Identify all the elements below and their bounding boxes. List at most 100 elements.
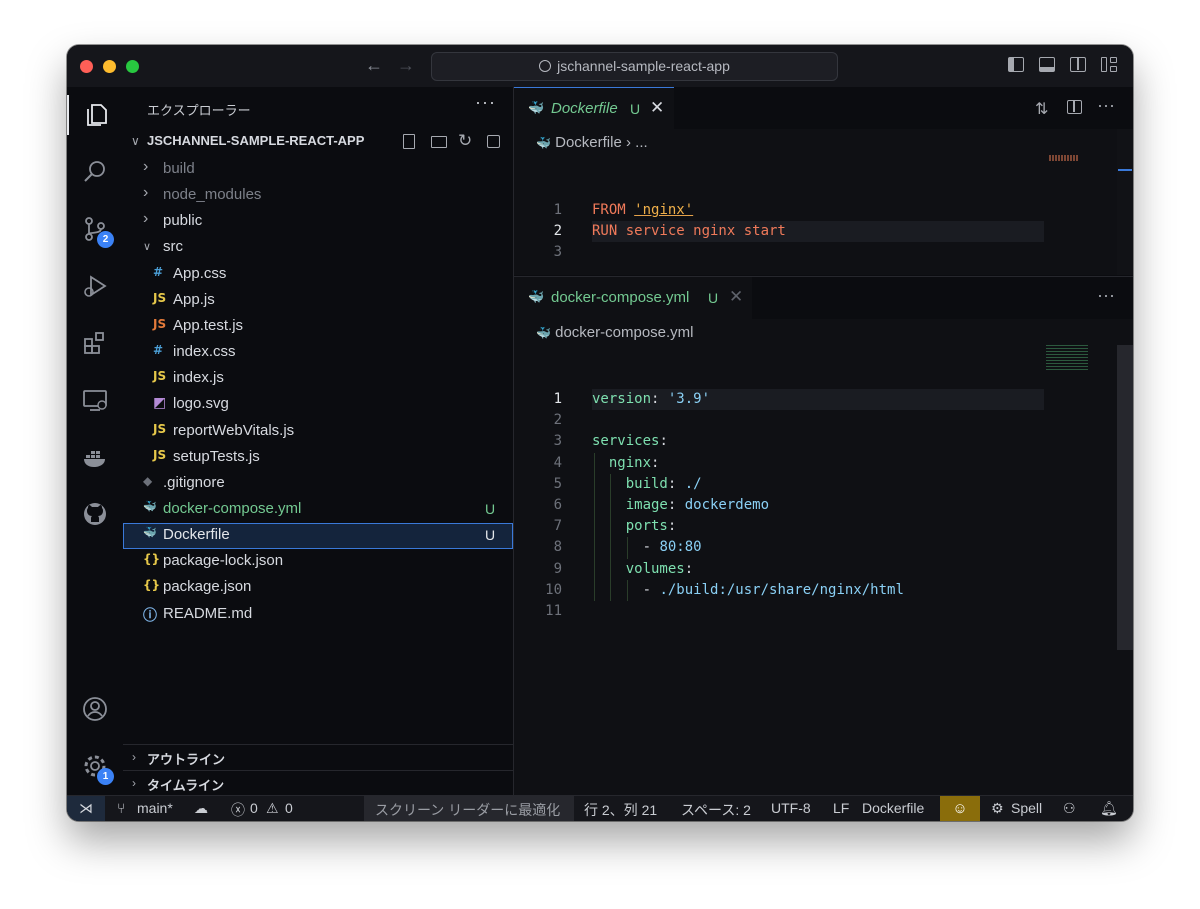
file-item[interactable]: {} package.json xyxy=(123,575,513,601)
chevron-right-icon: › xyxy=(132,776,136,790)
new-file-icon[interactable] xyxy=(403,134,415,149)
refresh-icon[interactable]: ↻ xyxy=(458,131,472,151)
compare-changes-icon[interactable]: ⇅ xyxy=(1035,99,1048,119)
breadcrumb-separator: › xyxy=(625,134,636,151)
breadcrumb[interactable]: 🐳 Dockerfile › ... xyxy=(536,134,648,151)
split-editor-icon[interactable] xyxy=(1067,100,1082,114)
line-number: 5 xyxy=(553,475,562,492)
scrollbar[interactable] xyxy=(1117,129,1133,275)
warning-icon: ⚠ xyxy=(266,800,279,816)
code-token: nginx xyxy=(592,454,652,471)
code-token: RUN service nginx start xyxy=(592,223,786,240)
source-control-icon[interactable]: 2 xyxy=(67,209,123,249)
close-tab-icon[interactable]: ✕ xyxy=(650,98,664,118)
explorer-icon[interactable] xyxy=(67,95,125,135)
github-icon[interactable] xyxy=(67,494,123,534)
info-file-icon: ⓘ xyxy=(143,607,157,624)
tree-item-label: setupTests.js xyxy=(173,447,260,465)
file-item[interactable]: 🐳 Dockerfile U xyxy=(123,523,513,550)
line-number: 2 xyxy=(553,412,562,429)
forward-arrow-icon[interactable]: → xyxy=(397,55,415,76)
tab-dockerfile[interactable]: 🐳 Dockerfile U ✕ xyxy=(514,87,674,130)
line-number: 11 xyxy=(545,603,562,619)
code-line: 5 build: ./ xyxy=(514,474,1054,495)
file-item[interactable]: ⓘ README.md xyxy=(123,602,513,628)
outline-section[interactable]: › アウトライン xyxy=(123,744,513,770)
code-text: - 80:80 xyxy=(592,537,702,558)
breadcrumb[interactable]: 🐳 docker-compose.yml xyxy=(536,324,694,341)
screen-reader-label: スクリーン リーダーに最適化 xyxy=(375,802,561,818)
file-item[interactable]: JS App.js xyxy=(123,288,513,314)
remote-indicator[interactable]: ⋊ xyxy=(67,796,105,821)
code-line: 3 services: xyxy=(514,431,1054,452)
file-item[interactable]: JS reportWebVitals.js xyxy=(123,419,513,445)
line-number: 1 xyxy=(553,202,562,218)
file-item[interactable]: JS App.test.js xyxy=(123,314,513,340)
more-actions-icon[interactable]: ··· xyxy=(475,92,496,113)
indentation[interactable]: スペース: 2 xyxy=(681,800,751,820)
minimap xyxy=(1046,345,1088,371)
manage-gear-icon[interactable]: 1 xyxy=(67,746,123,786)
copilot-icon[interactable]: ☺ xyxy=(940,796,980,821)
folder-item[interactable]: › build xyxy=(123,157,513,183)
docker-icon[interactable] xyxy=(67,437,123,477)
folder-item[interactable]: › node_modules xyxy=(123,183,513,209)
new-folder-icon[interactable] xyxy=(431,136,447,148)
remote-explorer-icon[interactable] xyxy=(67,380,123,420)
tree-item-label: public xyxy=(163,212,203,230)
warning-count[interactable]: 0 xyxy=(285,800,293,816)
code-text: build: ./ xyxy=(592,474,702,495)
tab-docker-compose[interactable]: 🐳 docker-compose.yml U ✕ xyxy=(514,277,752,319)
accounts-icon[interactable] xyxy=(67,689,123,729)
timeline-section[interactable]: › タイムライン xyxy=(123,770,513,796)
command-center-search[interactable]: jschannel-sample-react-app xyxy=(431,52,838,81)
file-item[interactable]: 🐳 docker-compose.yml U xyxy=(123,497,513,523)
file-item[interactable]: JS setupTests.js xyxy=(123,445,513,471)
close-window-button[interactable] xyxy=(80,60,93,73)
customize-layout-icon[interactable] xyxy=(1101,57,1117,72)
maximize-window-button[interactable] xyxy=(126,60,139,73)
language-mode[interactable]: Dockerfile xyxy=(862,800,924,816)
search-view-icon[interactable] xyxy=(67,152,123,192)
file-item[interactable]: {} package-lock.json xyxy=(123,549,513,575)
sync-icon[interactable]: ☁ xyxy=(194,800,208,817)
file-item[interactable]: JS index.js xyxy=(123,366,513,392)
code-line: 2 RUN service nginx start xyxy=(514,221,1054,243)
close-tab-icon[interactable]: ✕ xyxy=(729,287,743,307)
file-item[interactable]: # App.css xyxy=(123,262,513,288)
minimize-window-button[interactable] xyxy=(103,60,116,73)
project-header[interactable]: ∨ JSCHANNEL-SAMPLE-REACT-APP ↻ xyxy=(123,131,513,153)
code-text: - ./build:/usr/share/nginx/html xyxy=(592,580,904,601)
cursor-position[interactable]: 行 2、列 21 xyxy=(584,800,657,820)
toggle-panel-icon[interactable] xyxy=(1039,57,1055,72)
toggle-secondary-sidebar-icon[interactable] xyxy=(1070,57,1086,72)
branch-name[interactable]: main* xyxy=(137,800,173,816)
file-item[interactable]: ◩ logo.svg xyxy=(123,392,513,418)
collapse-all-icon[interactable] xyxy=(487,135,500,148)
editor-more-icon[interactable]: ··· xyxy=(1097,285,1115,306)
folder-item[interactable]: ∨ src xyxy=(123,235,513,261)
editor-more-icon[interactable]: ··· xyxy=(1097,95,1115,116)
back-arrow-icon[interactable]: ← xyxy=(365,55,383,76)
code-token: FROM xyxy=(592,202,635,218)
tree-item-label: App.css xyxy=(173,264,227,282)
code-token: image xyxy=(592,497,668,513)
feedback-icon[interactable]: ⚇ xyxy=(1063,800,1076,817)
tree-item-label: reportWebVitals.js xyxy=(173,421,295,439)
extensions-icon[interactable] xyxy=(67,323,123,363)
notifications-bell-icon[interactable]: 🔔︎ xyxy=(1100,800,1118,817)
spell-label[interactable]: Spell xyxy=(1011,800,1042,816)
scrollbar[interactable] xyxy=(1117,345,1133,650)
tab-label: Dockerfile xyxy=(551,100,618,117)
encoding[interactable]: UTF-8 xyxy=(771,800,811,816)
run-debug-icon[interactable] xyxy=(67,266,123,306)
file-item[interactable]: ◆ .gitignore xyxy=(123,471,513,497)
tree-item-label: logo.svg xyxy=(173,395,229,413)
file-item[interactable]: # index.css xyxy=(123,340,513,366)
toggle-primary-sidebar-icon[interactable] xyxy=(1008,57,1024,72)
project-name: JSCHANNEL-SAMPLE-REACT-APP xyxy=(147,133,365,148)
error-count[interactable]: 0 xyxy=(250,800,258,816)
docker-file-icon: 🐳 xyxy=(143,526,157,540)
end-of-line[interactable]: LF xyxy=(833,800,849,816)
folder-item[interactable]: › public xyxy=(123,209,513,235)
